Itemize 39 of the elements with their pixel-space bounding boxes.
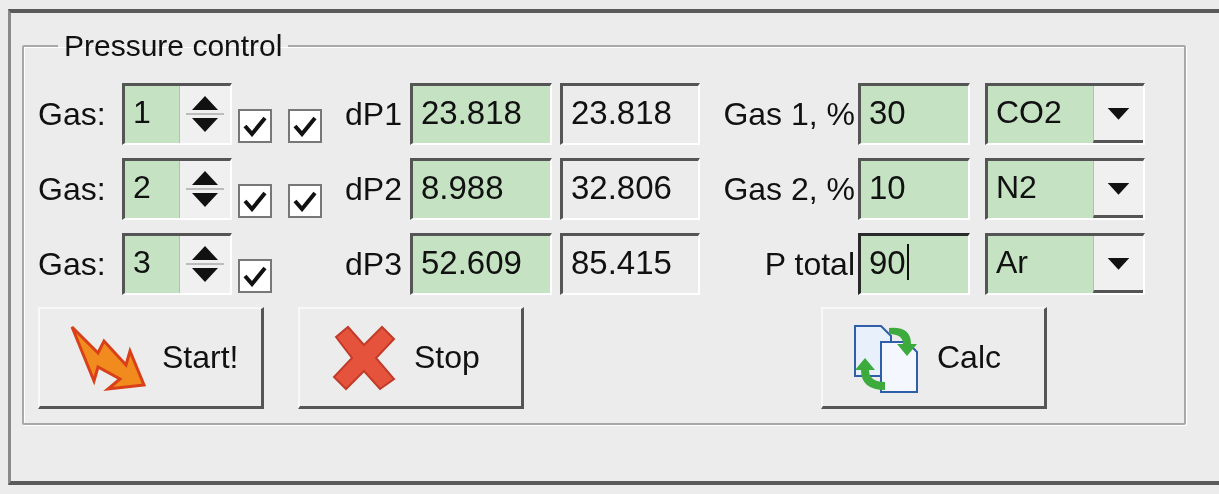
mix-label: Gas 2, %: [723, 170, 856, 208]
spin-arrows-icon[interactable]: [179, 86, 230, 143]
mix-label: P total: [764, 245, 856, 283]
gas-label: Gas:: [38, 245, 106, 283]
total-field[interactable]: 85.415: [560, 233, 700, 295]
gas-dropdown[interactable]: Ar: [985, 233, 1145, 295]
total-field[interactable]: 32.806: [560, 158, 700, 220]
spin-arrows-icon[interactable]: [179, 236, 230, 293]
checkbox[interactable]: [238, 259, 272, 293]
gas-dropdown[interactable]: N2: [985, 158, 1145, 220]
mix-input-field[interactable]: 10: [858, 158, 970, 220]
group-title: Pressure control: [63, 29, 284, 63]
dp-field[interactable]: 52.609: [410, 233, 552, 295]
checkbox[interactable]: [238, 109, 272, 143]
gas-spinner[interactable]: 3: [122, 233, 232, 295]
dp-field[interactable]: 8.988: [410, 158, 552, 220]
total-field[interactable]: 23.818: [560, 83, 700, 145]
checkbox[interactable]: [288, 109, 322, 143]
caret-icon[interactable]: [1093, 161, 1143, 218]
mix-input-field[interactable]: 30: [858, 83, 970, 145]
caret-icon[interactable]: [1093, 236, 1143, 293]
gas-dropdown[interactable]: CO2: [985, 83, 1145, 145]
checkbox[interactable]: [238, 184, 272, 218]
dp-field[interactable]: 23.818: [410, 83, 552, 145]
mix-label: Gas 1, %: [723, 95, 856, 133]
gas-label: Gas:: [38, 95, 106, 133]
caret-icon[interactable]: [1093, 86, 1143, 143]
start-button[interactable]: Start!: [38, 307, 264, 409]
dp-label: dP3: [345, 245, 403, 283]
checkbox[interactable]: [288, 184, 322, 218]
dp-label: dP1: [345, 95, 403, 133]
gas-spinner[interactable]: 1: [122, 83, 232, 145]
spin-arrows-icon[interactable]: [179, 161, 230, 218]
gas-label: Gas:: [38, 170, 106, 208]
calc-button[interactable]: Calc: [821, 307, 1047, 409]
gas-spinner[interactable]: 2: [122, 158, 232, 220]
mix-input-field[interactable]: 90: [858, 233, 970, 295]
stop-button[interactable]: Stop: [298, 307, 524, 409]
dp-label: dP2: [345, 170, 403, 208]
